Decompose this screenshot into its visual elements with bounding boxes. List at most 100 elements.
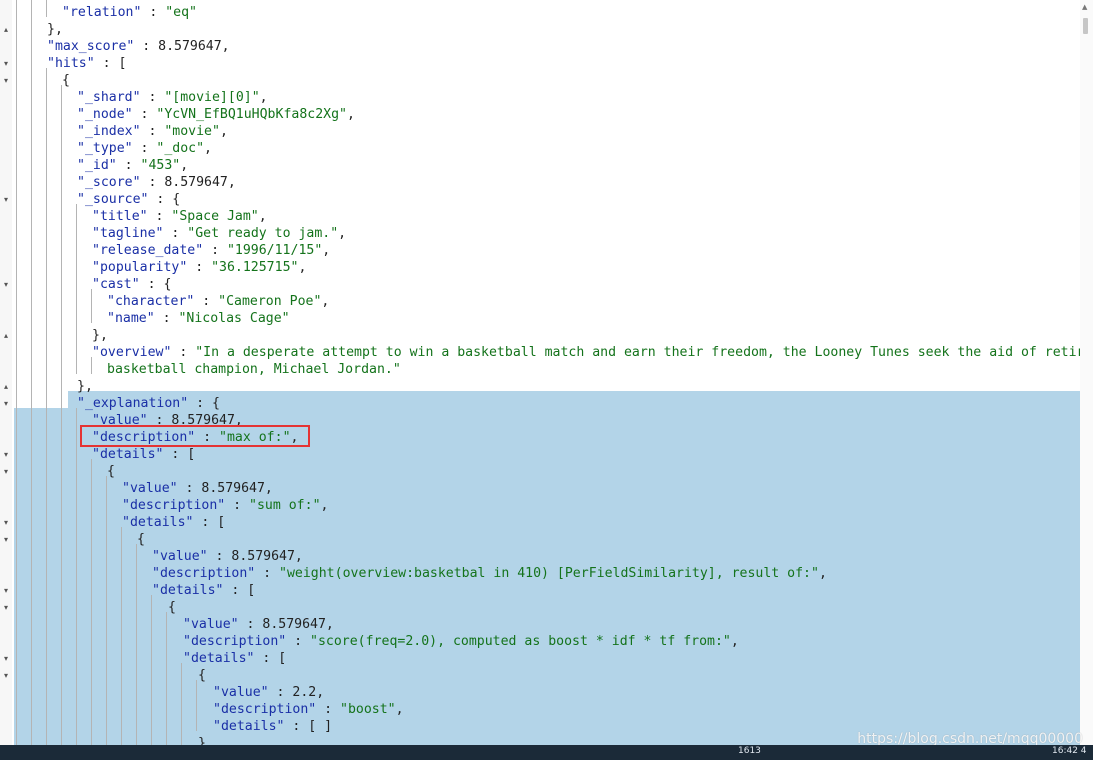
highlight-annotation-box <box>80 425 310 447</box>
fold-expand-icon[interactable]: ▴ <box>1 21 11 38</box>
indent-guide <box>91 459 92 745</box>
json-key: "_shard" <box>77 90 141 105</box>
json-punct: , <box>258 209 267 224</box>
json-punct: , <box>338 226 347 241</box>
json-key: "details" <box>152 583 224 598</box>
json-punct: }, <box>92 328 108 343</box>
indent-guide <box>76 408 77 745</box>
fold-collapse-icon[interactable]: ▾ <box>1 395 11 412</box>
json-punct: , <box>180 158 189 173</box>
code-line: "value" : 8.579647, <box>122 480 273 497</box>
fold-collapse-icon[interactable]: ▾ <box>1 514 11 531</box>
json-string: "YcVN_EfBQ1uHQbKfa8c2Xg" <box>156 107 347 122</box>
code-line: "_index" : "movie", <box>77 123 228 140</box>
indent-guide <box>91 289 92 323</box>
json-punct: : <box>187 260 212 275</box>
json-punct: , <box>204 141 212 156</box>
json-punct: : <box>147 209 172 224</box>
fold-collapse-icon[interactable]: ▾ <box>1 667 11 684</box>
json-punct: : [ <box>223 583 256 598</box>
json-punct: : <box>116 158 141 173</box>
code-line: "hits" : [ <box>47 55 126 72</box>
json-punct: , <box>818 566 827 581</box>
json-key: "_source" <box>77 192 149 207</box>
code-line: "details" : [ <box>122 514 225 531</box>
json-punct: }, <box>47 22 63 37</box>
code-line: "_explanation" : { <box>77 395 220 412</box>
fold-collapse-icon[interactable]: ▾ <box>1 276 11 293</box>
code-line: "cast" : { <box>92 276 171 293</box>
json-punct: : 8.579647, <box>134 39 230 54</box>
code-line: { <box>107 463 115 480</box>
indent-guide <box>181 663 182 745</box>
json-key: "value" <box>152 549 208 564</box>
code-line: { <box>198 667 206 684</box>
fold-collapse-icon[interactable]: ▾ <box>1 446 11 463</box>
json-punct: }, <box>77 379 93 394</box>
code-line: "title" : "Space Jam", <box>92 208 267 225</box>
indent-guide <box>46 0 47 17</box>
json-punct: { <box>62 73 70 88</box>
json-string: "Nicolas Cage" <box>178 311 290 326</box>
json-punct: : <box>171 345 196 360</box>
code-line: "description" : "boost", <box>213 701 404 718</box>
fold-collapse-icon[interactable]: ▾ <box>1 72 11 89</box>
watermark: https://blog.csdn.net/mqq00000 <box>857 731 1083 745</box>
code-line: "details" : [ ] <box>213 718 332 735</box>
json-punct: , <box>320 498 329 513</box>
fold-collapse-icon[interactable]: ▾ <box>1 650 11 667</box>
json-key: "_node" <box>77 107 133 122</box>
json-punct: : <box>132 141 157 156</box>
json-punct: , <box>321 294 330 309</box>
json-key: "relation" <box>62 5 142 20</box>
code-line: }, <box>92 327 108 344</box>
json-punct: : [ <box>163 447 196 462</box>
json-string: "In a desperate attempt to win a basketb… <box>195 345 1093 360</box>
indent-guide <box>76 204 77 374</box>
json-key: "_type" <box>77 141 133 156</box>
code-line: "name" : "Nicolas Cage" <box>107 310 290 327</box>
fold-collapse-icon[interactable]: ▾ <box>1 463 11 480</box>
code-line: "_type" : "_doc", <box>77 140 212 157</box>
fold-expand-icon[interactable]: ▴ <box>1 378 11 395</box>
vertical-scrollbar[interactable]: ▲ <box>1080 0 1093 745</box>
json-punct: : { <box>188 396 220 411</box>
json-key: "value" <box>213 685 269 700</box>
code-line: "_source" : { <box>77 191 180 208</box>
json-response-editor[interactable]: ▴ ▾ ▾ ▾ ▾ ▴ ▴ ▾ ▾ ▾ ▾ ▾ ▾ ▾ ▾ ▾ "relation" : "eq"}, "max… <box>0 0 1093 745</box>
json-punct: : 8.579647, <box>177 481 273 496</box>
fold-collapse-icon[interactable]: ▾ <box>1 582 11 599</box>
json-punct: { <box>137 532 145 547</box>
json-punct: , <box>730 634 739 649</box>
code-line: "relation" : "eq" <box>62 4 197 21</box>
json-punct: : <box>140 90 165 105</box>
scroll-up-arrow-icon[interactable]: ▲ <box>1082 3 1087 11</box>
fold-collapse-icon[interactable]: ▾ <box>1 55 11 72</box>
code-line: "description" : "sum of:", <box>122 497 328 514</box>
fold-collapse-icon[interactable]: ▾ <box>1 599 11 616</box>
json-key: "details" <box>213 719 285 734</box>
scroll-thumb[interactable] <box>1083 18 1088 34</box>
json-punct: , <box>219 124 228 139</box>
fold-collapse-icon[interactable]: ▾ <box>1 191 11 208</box>
code-line: "value" : 2.2, <box>213 684 324 701</box>
json-string: "Space Jam" <box>171 209 259 224</box>
json-punct: : 2.2, <box>268 685 325 700</box>
json-punct: : <box>194 294 219 309</box>
json-punct: : <box>132 107 157 122</box>
json-punct: , <box>346 107 355 122</box>
fold-expand-icon[interactable]: ▴ <box>1 327 11 344</box>
code-line: "_score" : 8.579647, <box>77 174 236 191</box>
json-key: "description" <box>183 634 287 649</box>
json-punct: : { <box>139 277 172 292</box>
json-key: "_index" <box>77 124 141 139</box>
json-punct: : <box>316 702 341 717</box>
fold-collapse-icon[interactable]: ▾ <box>1 531 11 548</box>
json-key: "details" <box>92 447 164 462</box>
json-key: "cast" <box>92 277 140 292</box>
code-line: "max_score" : 8.579647, <box>47 38 230 55</box>
code-line: "tagline" : "Get ready to jam.", <box>92 225 346 242</box>
json-punct: : <box>154 311 179 326</box>
json-string: basketball champion, Michael Jordan." <box>107 362 401 377</box>
selection-start <box>68 391 1081 408</box>
